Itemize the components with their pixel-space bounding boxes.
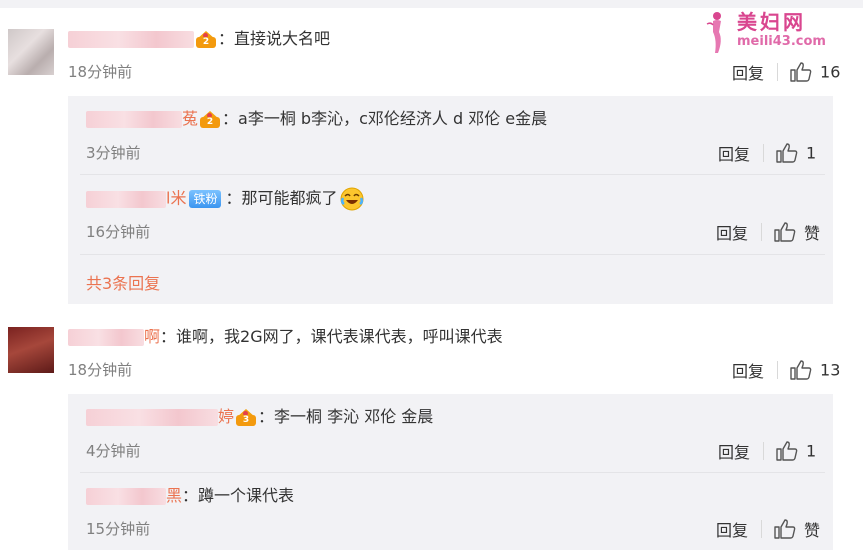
reply-time: 16分钟前 xyxy=(86,223,151,241)
view-more-replies-link[interactable]: 共3条回复 xyxy=(86,270,160,294)
like-count: 16 xyxy=(820,62,841,82)
reply-time: 4分钟前 xyxy=(86,442,141,460)
fan-badge: 铁粉 xyxy=(189,190,222,208)
comment-actions: 回复 13 xyxy=(732,358,840,382)
username-blurred[interactable] xyxy=(86,488,166,505)
reply-actions: 回复 赞 xyxy=(716,517,820,541)
thumb-up-icon[interactable] xyxy=(790,360,812,380)
reply-text: 那可能都疯了 xyxy=(241,188,338,208)
crown-badge-icon: 2 xyxy=(195,30,217,50)
reply-button[interactable]: 回复 xyxy=(716,224,748,243)
reply-button[interactable]: 回复 xyxy=(716,521,748,540)
crown-badge-icon: 2 xyxy=(199,110,221,130)
reply-time: 3分钟前 xyxy=(86,144,141,162)
username-suffix[interactable]: 婷 xyxy=(218,407,234,426)
reply-time: 15分钟前 xyxy=(86,520,151,538)
avatar[interactable] xyxy=(8,29,54,75)
username-blurred[interactable] xyxy=(68,31,194,48)
reply-text: 蹲一个课代表 xyxy=(198,486,295,505)
reply-actions: 回复 1 xyxy=(718,439,816,463)
username-blurred[interactable] xyxy=(86,111,182,128)
crown-badge-icon: 3 xyxy=(235,408,257,428)
like-button-label[interactable]: 赞 xyxy=(804,521,820,540)
thumb-up-icon[interactable] xyxy=(774,519,796,539)
reply-actions: 回复 1 xyxy=(718,141,816,165)
username-suffix[interactable]: l米 xyxy=(166,189,186,208)
comment-line: 啊：谁啊，我2G网了，课代表课代表，呼叫课代表 xyxy=(68,326,503,348)
comment-text: 直接说大名吧 xyxy=(234,29,331,48)
comment-feed: 美妇网 meili43.com 2 ：直接说大名吧 18分钟前 回复 16 菟 2 ：a… xyxy=(0,0,863,556)
like-button-label[interactable]: 赞 xyxy=(804,224,820,243)
username-suffix[interactable]: 菟 xyxy=(182,109,198,128)
avatar[interactable] xyxy=(8,327,54,373)
thumb-up-icon[interactable] xyxy=(774,222,796,242)
comment-line: 2 ：直接说大名吧 xyxy=(68,28,330,50)
thumb-up-icon[interactable] xyxy=(776,143,798,163)
divider xyxy=(80,254,825,255)
comment-text: 谁啊，我2G网了，课代表课代表，呼叫课代表 xyxy=(176,327,503,346)
username-blurred[interactable] xyxy=(86,190,166,208)
thumb-up-icon[interactable] xyxy=(790,62,812,82)
username-blurred[interactable] xyxy=(68,329,144,346)
thumb-up-icon[interactable] xyxy=(776,441,798,461)
reply-button[interactable]: 回复 xyxy=(732,362,764,381)
laugh-cry-emoji xyxy=(340,187,363,211)
reply-line: l米 铁粉 ：那可能都疯了 xyxy=(86,187,364,211)
reply-line: 菟 2 ：a李一桐 b李沁，c邓伦经济人 d 邓伦 e金晨 xyxy=(86,108,547,130)
reply-button[interactable]: 回复 xyxy=(718,145,750,164)
username-suffix[interactable]: 黑 xyxy=(166,486,182,505)
comment-time: 18分钟前 xyxy=(68,361,133,379)
reply-actions: 回复 赞 xyxy=(716,220,820,244)
reply-button[interactable]: 回复 xyxy=(718,443,750,462)
watermark-title: 美妇网 xyxy=(737,10,806,34)
comment-time: 18分钟前 xyxy=(68,63,133,81)
username-blurred[interactable] xyxy=(86,409,218,426)
like-count: 1 xyxy=(806,441,817,461)
watermark-logo: 美妇网 meili43.com xyxy=(703,6,843,58)
username-suffix[interactable]: 啊 xyxy=(144,327,160,346)
reply-text: 李一桐 李沁 邓伦 金晨 xyxy=(274,407,434,426)
divider xyxy=(80,472,825,473)
reply-button[interactable]: 回复 xyxy=(732,64,764,83)
divider xyxy=(80,174,825,175)
reply-text: a李一桐 b李沁，c邓伦经济人 d 邓伦 e金晨 xyxy=(238,109,548,128)
like-count: 1 xyxy=(806,143,817,163)
reply-line: 婷 3 ：李一桐 李沁 邓伦 金晨 xyxy=(86,406,433,428)
watermark-url: meili43.com xyxy=(737,34,826,49)
reply-line: 黑：蹲一个课代表 xyxy=(86,485,294,507)
like-count: 13 xyxy=(820,360,841,380)
woman-silhouette-icon xyxy=(706,12,721,53)
comment-actions: 回复 16 xyxy=(732,60,840,84)
